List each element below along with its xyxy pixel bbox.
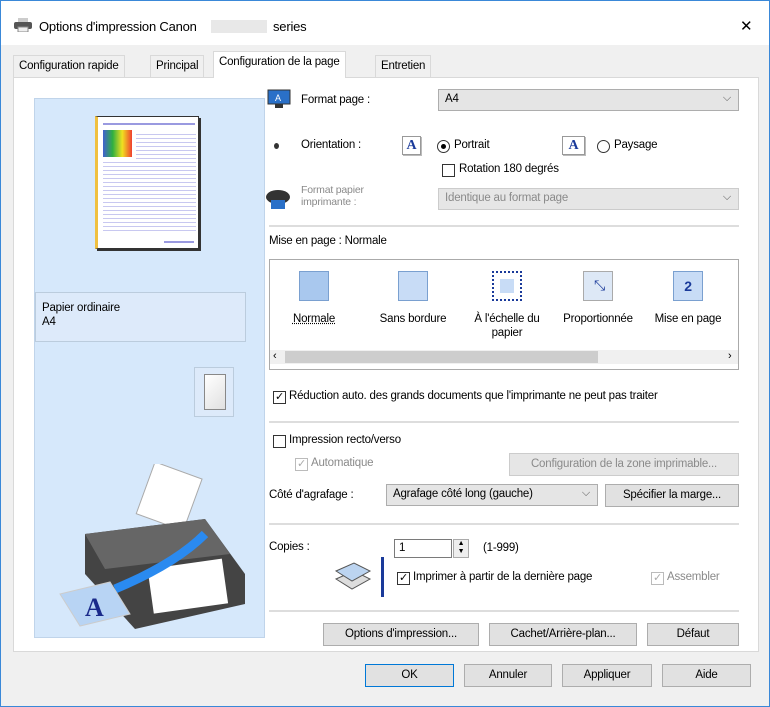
landscape-icon: A [562,136,585,155]
help-button[interactable]: Aide [662,664,751,687]
printer-paper-select[interactable]: Identique au format page ⌵ [438,188,739,210]
tab-page-setup[interactable]: Configuration de la page [213,51,346,78]
close-icon[interactable]: ✕ [740,17,753,35]
defaults-button[interactable]: Défaut [647,623,739,646]
separator [269,421,739,423]
page-size-icon: A [267,89,291,108]
specify-margin-button[interactable]: Spécifier la marge... [605,484,739,507]
color-image [103,130,132,157]
title-bar: Options d'impression Canon series ✕ [1,1,769,45]
layout-item-borderless[interactable]: Sans bordure [368,312,458,326]
collate-checkbox[interactable]: ✓ [651,572,664,585]
copies-input[interactable]: 1 [394,539,452,558]
separator [269,610,739,612]
window-title: Options d'impression Canon [39,19,197,34]
duplex-label[interactable]: Impression recto/verso [289,434,401,446]
rotate-180-checkbox[interactable] [442,164,455,177]
portrait-icon: A [402,136,421,155]
paper-type: Papier ordinaire [42,302,120,314]
chevron-down-icon: ⌵ [581,487,590,499]
model-name-redacted [211,20,267,33]
duplex-checkbox[interactable] [273,435,286,448]
tab-quick-setup[interactable]: Configuration rapide [13,55,125,77]
copies-spinner[interactable]: ▲ ▼ [453,539,469,558]
auto-reduce-label[interactable]: Réduction auto. des grands documents que… [289,390,658,402]
layout-fit-to-paper-icon[interactable] [492,271,522,301]
landscape-radio[interactable] [597,140,610,153]
stapling-label: Côté d'agrafage : [269,489,354,501]
copies-range: (1-999) [483,542,519,554]
page-size-value: A4 [445,93,459,105]
layout-item-normal[interactable]: Normale [269,312,359,326]
paper-orientation-preview [194,367,234,417]
orientation-bullet-icon [274,143,279,149]
chevron-down-icon: ⌵ [722,191,731,203]
printer-paper-icon [266,190,290,209]
print-options-dialog: Options d'impression Canon series ✕ Conf… [0,0,770,707]
tab-main[interactable]: Principal [150,55,205,77]
page-size-select[interactable]: A4 ⌵ [438,89,739,111]
landscape-label[interactable]: Paysage [614,139,658,151]
page-preview [95,116,199,249]
printer-icon [14,18,32,32]
svg-text:A: A [275,93,281,103]
page-size-label: Format page : [301,94,370,106]
page-icon [204,374,226,410]
layout-page-layout-icon[interactable]: 2 [673,271,703,301]
orientation-label: Orientation : [301,139,362,151]
print-area-setup-button[interactable]: Configuration de la zone imprimable... [509,453,739,476]
print-options-button[interactable]: Options d'impression... [323,623,479,646]
layout-normal-icon[interactable] [299,271,329,301]
scrollbar-thumb[interactable] [285,351,598,363]
window-title-suffix: series [273,19,307,34]
cancel-button[interactable]: Annuler [464,664,552,687]
letter-a-glyph: A [85,593,104,622]
layout-borderless-icon[interactable] [398,271,428,301]
scroll-left-icon[interactable]: ‹ [273,350,277,362]
printer-paper-label: Format papier imprimante : [301,184,364,208]
layout-item-scaled[interactable]: Proportionnée [553,312,643,326]
layout-label: Mise en page : Normale [269,235,387,247]
layout-item-fit-to-paper[interactable]: À l'échelle du papier [462,312,552,340]
printer-paper-value: Identique au format page [445,192,569,204]
reverse-order-label[interactable]: Imprimer à partir de la dernière page [413,571,592,583]
separator [269,523,739,525]
stapling-value: Agrafage côté long (gauche) [393,488,533,500]
portrait-label[interactable]: Portrait [454,139,490,151]
automatic-duplex-checkbox[interactable]: ✓ [295,458,308,471]
separator [269,225,739,227]
tab-maintenance[interactable]: Entretien [375,55,432,77]
stamp-background-button[interactable]: Cachet/Arrière-plan... [489,623,637,646]
layout-scaled-icon[interactable]: ⤡ [583,271,613,301]
paper-info-box: Papier ordinaire A4 [35,292,246,342]
scroll-right-icon[interactable]: › [728,350,732,362]
automatic-duplex-label: Automatique [311,457,374,469]
collate-label: Assembler [667,571,720,583]
ok-button[interactable]: OK [365,664,454,687]
rotate-180-label[interactable]: Rotation 180 degrés [459,163,559,175]
paper-size: A4 [42,316,56,328]
layout-horizontal-scrollbar[interactable]: ‹ › [270,350,738,364]
preview-pane: Papier ordinaire A4 A [34,98,265,638]
reverse-order-checkbox[interactable]: ✓ [397,572,410,585]
auto-reduce-checkbox[interactable]: ✓ [273,391,286,404]
chevron-down-icon: ⌵ [722,92,731,104]
copies-stack-icon [334,557,384,597]
copies-label: Copies : [269,541,310,553]
printer-illustration: A [59,464,245,629]
stapling-select[interactable]: Agrafage côté long (gauche) ⌵ [386,484,598,506]
portrait-radio[interactable] [437,140,450,153]
layout-item-page-layout[interactable]: Mise en page [643,312,733,326]
apply-button[interactable]: Appliquer [562,664,652,687]
